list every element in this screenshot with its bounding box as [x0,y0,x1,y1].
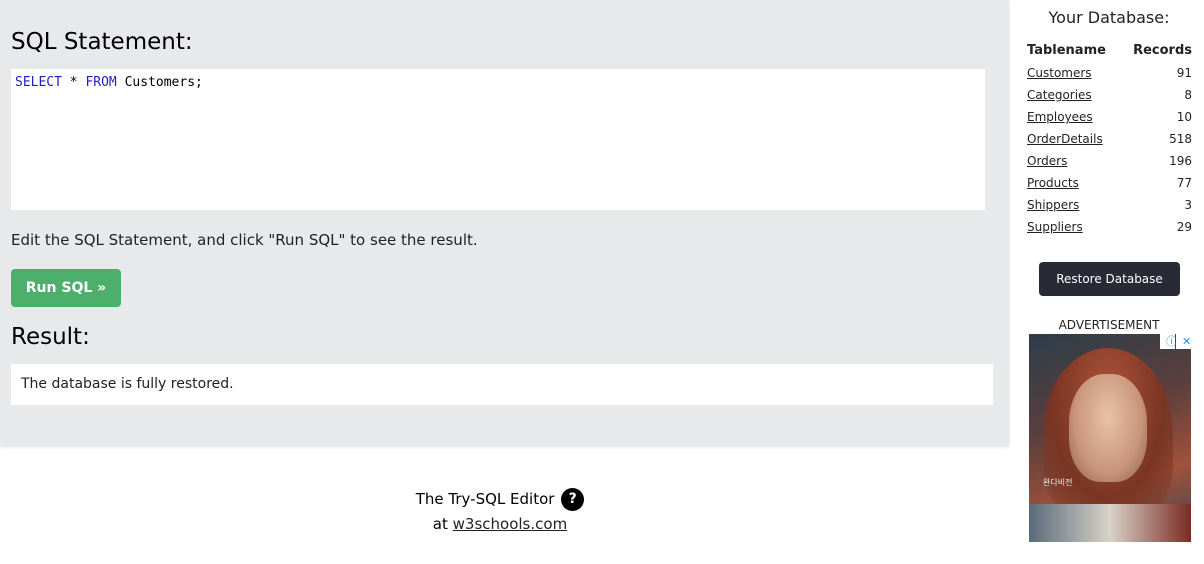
record-count: 77 [1176,176,1192,190]
table-link-shippers[interactable]: Shippers [1027,198,1079,212]
run-sql-button[interactable]: Run SQL » [11,269,121,307]
table-row: Suppliers 29 [1027,216,1192,238]
advertisement-label: ADVERTISEMENT [1058,318,1160,332]
editor-instructions: Edit the SQL Statement, and click "Run S… [11,231,478,249]
footer: The Try-SQL Editor ? at w3schools.com [380,487,620,537]
footer-link-line: at w3schools.com [380,512,620,537]
table-link-employees[interactable]: Employees [1027,110,1093,124]
record-count: 8 [1184,88,1192,102]
record-count: 196 [1169,154,1192,168]
sql-keyword-from: FROM [85,75,117,90]
table-link-categories[interactable]: Categories [1027,88,1092,102]
help-icon[interactable]: ? [561,488,585,511]
sql-star: * [69,75,78,90]
tablename-column-header: Tablename [1027,43,1106,58]
record-count: 29 [1176,220,1192,234]
record-count: 10 [1176,110,1192,124]
table-row: OrderDetails 518 [1027,128,1192,150]
records-column-header: Records [1133,43,1192,58]
table-row: Orders 196 [1027,150,1192,172]
ad-info-icon[interactable]: ⓘ [1160,334,1177,349]
sql-table-name: Customers; [124,75,203,90]
result-box: The database is fully restored. [11,364,993,405]
sql-editor-input[interactable]: SELECT * FROM Customers; [11,69,985,210]
table-link-orders[interactable]: Orders [1027,154,1067,168]
sql-statement-heading: SQL Statement: [11,29,193,55]
table-link-orderdetails[interactable]: OrderDetails [1027,132,1103,146]
record-count: 518 [1169,132,1192,146]
table-row: Categories 8 [1027,84,1192,106]
record-count: 91 [1176,66,1192,80]
table-link-customers[interactable]: Customers [1027,66,1092,80]
footer-title-line: The Try-SQL Editor ? [380,487,620,512]
result-message: The database is fully restored. [21,376,234,392]
result-heading: Result: [11,324,90,350]
ad-controls: ⓘ ✕ [1159,334,1191,350]
record-count: 3 [1184,198,1192,212]
sql-editor-panel: SQL Statement: SELECT * FROM Customers; … [0,0,1009,445]
advertisement-image[interactable]: 완다비전 ⓘ ✕ [1029,334,1191,542]
database-sidebar: Your Database: Tablename Records Custome… [1019,0,1199,564]
table-row: Customers 91 [1027,62,1192,84]
restore-database-button[interactable]: Restore Database [1039,262,1180,296]
table-row: Employees 10 [1027,106,1192,128]
footer-title: The Try-SQL Editor [415,490,555,508]
ad-bottom-strip [1029,504,1191,542]
database-heading: Your Database: [1048,8,1170,27]
table-header-row: Tablename Records [1027,41,1192,62]
ad-image-text: 완다비전 [1043,478,1073,487]
ad-close-icon[interactable]: ✕ [1176,334,1191,349]
sql-keyword-select: SELECT [15,75,62,90]
ad-face-shape [1069,374,1147,482]
table-link-products[interactable]: Products [1027,176,1079,190]
footer-at: at [432,515,448,533]
database-table: Tablename Records Customers 91 Categorie… [1027,41,1192,238]
table-row: Shippers 3 [1027,194,1192,216]
table-row: Products 77 [1027,172,1192,194]
table-link-suppliers[interactable]: Suppliers [1027,220,1083,234]
w3schools-link[interactable]: w3schools.com [453,515,568,533]
